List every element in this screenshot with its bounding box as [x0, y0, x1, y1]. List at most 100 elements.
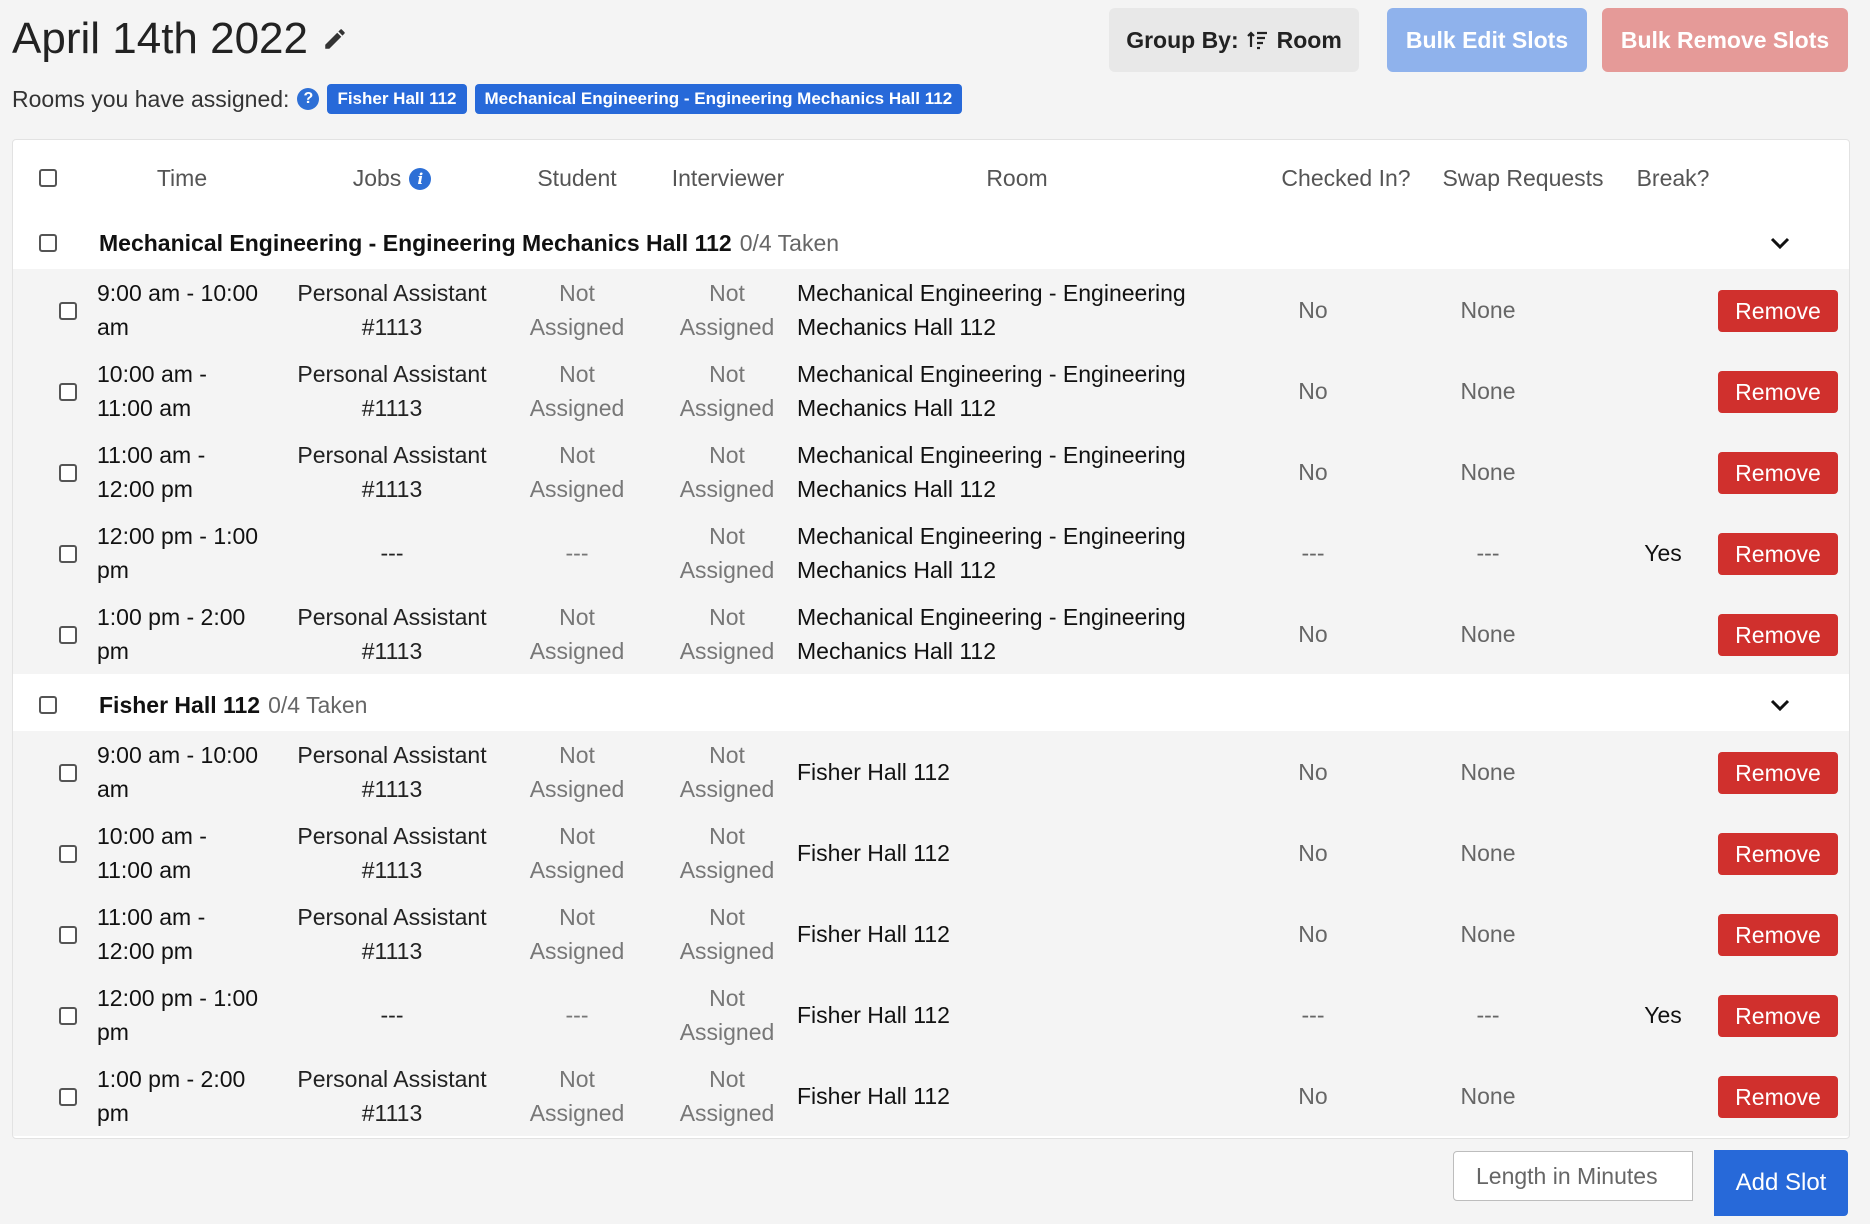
slot-checked-in: No — [1298, 377, 1328, 404]
room-group-header[interactable]: Fisher Hall 112 0/4 Taken — [13, 679, 1849, 731]
slot-break — [1613, 812, 1713, 893]
column-student[interactable]: Student — [511, 140, 643, 217]
chevron-down-icon[interactable] — [1769, 232, 1791, 254]
remove-button[interactable]: Remove — [1718, 371, 1838, 413]
slot-break: Yes — [1644, 539, 1682, 566]
remove-button[interactable]: Remove — [1718, 995, 1838, 1037]
slot-swap-requests: None — [1460, 839, 1516, 866]
help-icon[interactable]: ? — [297, 88, 320, 110]
group-title: Mechanical Engineering - Engineering Mec… — [99, 217, 839, 269]
slot-checked-in: --- — [1301, 539, 1325, 566]
column-jobs[interactable]: Jobs i — [281, 140, 503, 217]
table-row: 11:00 am - 12:00 pm Personal Assistant #1… — [13, 893, 1849, 974]
rooms-label: Rooms you have assigned: — [12, 85, 290, 112]
table-row: 1:00 pm - 2:00 pm Personal Assistant #111… — [13, 1055, 1849, 1136]
slot-job: Personal Assistant #1113 — [297, 822, 487, 883]
row-checkbox[interactable] — [59, 1088, 77, 1106]
length-in-minutes-input[interactable] — [1453, 1151, 1693, 1201]
slot-student: --- — [565, 539, 589, 566]
row-checkbox[interactable] — [59, 464, 77, 482]
row-checkbox[interactable] — [59, 383, 77, 401]
remove-button[interactable]: Remove — [1718, 833, 1838, 875]
remove-button[interactable]: Remove — [1718, 290, 1838, 332]
slot-break — [1613, 893, 1713, 974]
slot-swap-requests: None — [1460, 458, 1516, 485]
table-row: 9:00 am - 10:00 am Personal Assistant #11… — [13, 731, 1849, 812]
group-checkbox[interactable] — [39, 696, 57, 714]
slot-break — [1613, 731, 1713, 812]
page-title-text: April 14th 2022 — [12, 14, 308, 63]
remove-button[interactable]: Remove — [1718, 452, 1838, 494]
row-checkbox[interactable] — [59, 302, 77, 320]
slot-swap-requests: None — [1460, 620, 1516, 647]
slot-break — [1613, 269, 1713, 350]
row-checkbox[interactable] — [59, 545, 77, 563]
slot-job: Personal Assistant #1113 — [297, 741, 487, 802]
slot-job: Personal Assistant #1113 — [297, 279, 487, 340]
remove-button[interactable]: Remove — [1718, 752, 1838, 794]
add-slot-button[interactable]: Add Slot — [1714, 1150, 1848, 1216]
assigned-rooms-row: Rooms you have assigned: ? Fisher Hall 1… — [12, 84, 963, 114]
column-time[interactable]: Time — [97, 140, 267, 217]
group-by-label: Group By: — [1126, 26, 1239, 53]
slot-checked-in: No — [1298, 758, 1328, 785]
group-title: Fisher Hall 112 0/4 Taken — [99, 679, 367, 731]
remove-button[interactable]: Remove — [1718, 914, 1838, 956]
table-row: 9:00 am - 10:00 am Personal Assistant #11… — [13, 269, 1849, 350]
slot-time: 10:00 am - 11:00 am — [97, 360, 207, 421]
slot-time: 10:00 am - 11:00 am — [97, 822, 207, 883]
row-checkbox[interactable] — [59, 1007, 77, 1025]
slot-time: 11:00 am - 12:00 pm — [97, 441, 206, 502]
slot-swap-requests: None — [1460, 377, 1516, 404]
bulk-remove-slots-button[interactable]: Bulk Remove Slots — [1602, 8, 1848, 72]
slot-break — [1613, 431, 1713, 512]
slot-room: Fisher Hall 112 — [797, 758, 950, 785]
slot-checked-in: No — [1298, 839, 1328, 866]
slot-room: Fisher Hall 112 — [797, 839, 950, 866]
table-header: Time Jobs i Student Interviewer Room Che… — [13, 140, 1849, 218]
group-checkbox[interactable] — [39, 234, 57, 252]
slot-student: Not Assigned — [529, 603, 625, 664]
slot-break — [1613, 350, 1713, 431]
page-title: April 14th 2022 — [12, 14, 348, 64]
chevron-down-icon[interactable] — [1769, 694, 1791, 716]
select-all-checkbox[interactable] — [39, 169, 57, 187]
slot-job: Personal Assistant #1113 — [297, 903, 487, 964]
pencil-icon[interactable] — [322, 26, 348, 52]
group-taken-count: 0/4 Taken — [268, 691, 368, 718]
remove-button[interactable]: Remove — [1718, 533, 1838, 575]
slot-job: Personal Assistant #1113 — [297, 1065, 487, 1126]
row-checkbox[interactable] — [59, 926, 77, 944]
info-icon[interactable]: i — [409, 167, 432, 190]
slot-time: 11:00 am - 12:00 pm — [97, 903, 206, 964]
slot-job: Personal Assistant #1113 — [297, 603, 487, 664]
column-checked-in[interactable]: Checked In? — [1263, 140, 1429, 217]
slot-interviewer: Not Assigned — [679, 822, 775, 883]
slot-job: Personal Assistant #1113 — [297, 441, 487, 502]
column-swap-requests[interactable]: Swap Requests — [1423, 140, 1623, 217]
slot-interviewer: Not Assigned — [679, 741, 775, 802]
slot-checked-in: No — [1298, 296, 1328, 323]
slot-swap-requests: None — [1460, 296, 1516, 323]
column-break[interactable]: Break? — [1613, 140, 1733, 217]
slot-room: Mechanical Engineering - Engineering Mec… — [797, 279, 1186, 340]
slot-checked-in: No — [1298, 1082, 1328, 1109]
column-room[interactable]: Room — [797, 140, 1237, 217]
slot-room: Mechanical Engineering - Engineering Mec… — [797, 441, 1186, 502]
group-by-button[interactable]: Group By: Room — [1109, 8, 1359, 72]
slot-time: 1:00 pm - 2:00 pm — [97, 1065, 246, 1126]
room-group-header[interactable]: Mechanical Engineering - Engineering Mec… — [13, 217, 1849, 269]
remove-button[interactable]: Remove — [1718, 1076, 1838, 1118]
slot-student: Not Assigned — [529, 1065, 625, 1126]
slot-break: Yes — [1644, 1001, 1682, 1028]
slot-interviewer: Not Assigned — [679, 360, 775, 421]
slot-time: 12:00 pm - 1:00 pm — [97, 522, 259, 583]
remove-button[interactable]: Remove — [1718, 614, 1838, 656]
table-row: 11:00 am - 12:00 pm Personal Assistant #1… — [13, 431, 1849, 512]
row-checkbox[interactable] — [59, 626, 77, 644]
slots-table: Time Jobs i Student Interviewer Room Che… — [12, 139, 1850, 1139]
column-interviewer[interactable]: Interviewer — [653, 140, 803, 217]
row-checkbox[interactable] — [59, 764, 77, 782]
row-checkbox[interactable] — [59, 845, 77, 863]
bulk-edit-slots-button[interactable]: Bulk Edit Slots — [1387, 8, 1587, 72]
